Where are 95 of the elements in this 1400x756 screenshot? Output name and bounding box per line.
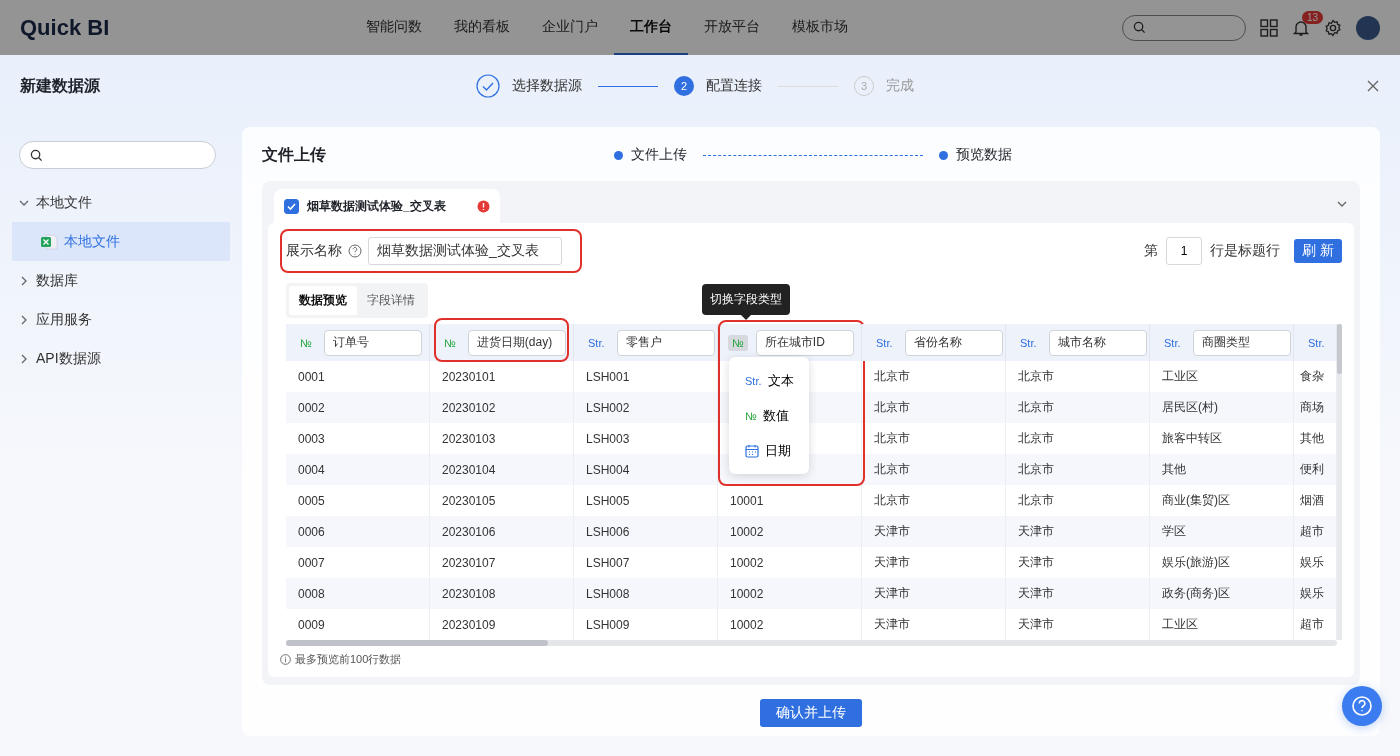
name-input[interactable]: 烟草数据测试体验_交叉表 [368, 237, 562, 265]
column-name-input[interactable]: 所在城市ID [755, 329, 854, 356]
settings-icon[interactable] [1324, 18, 1342, 37]
row-input[interactable]: 1 [1166, 237, 1203, 265]
tab[interactable]: 字段详情 [357, 286, 425, 315]
calendar-icon [745, 443, 759, 458]
menu-item[interactable]: № 数值 [729, 398, 809, 433]
table-cell: 超市 [1294, 516, 1337, 547]
step-dot [939, 150, 948, 160]
table-cell: LSH002 [574, 392, 718, 423]
column-name-input[interactable]: 城市名称 [1048, 329, 1147, 356]
field-label: 展示名称 [286, 242, 342, 260]
tooltip: 切换字段类型 [702, 284, 790, 315]
menu-item[interactable]: Str. 文本 [729, 363, 809, 398]
table-cell: 10002 [718, 578, 862, 609]
table-cell: 政务(商务)区 [1150, 578, 1294, 609]
search-icon [1133, 21, 1146, 34]
nav-tab[interactable]: 我的看板 [438, 0, 526, 55]
help-icon [348, 244, 362, 258]
table-cell: 商场 [1294, 392, 1337, 423]
notification-badge: 13 [1302, 10, 1324, 24]
step-label: 完成 [886, 77, 914, 95]
logo[interactable]: Quick BI [20, 14, 350, 41]
column-name-input[interactable]: 零售户 [616, 329, 715, 356]
tab[interactable]: 数据预览 [289, 286, 357, 315]
step-label: 选择数据源 [512, 77, 582, 95]
menu-item[interactable]: 日期 [729, 433, 809, 468]
confirm-upload-button[interactable]: 确认并上传 [760, 699, 862, 727]
search-field[interactable] [19, 141, 216, 169]
footnote: 最多预览前100行数据 [295, 652, 402, 667]
type-toggle[interactable]: Str. [584, 334, 609, 351]
step-label: 文件上传 [631, 146, 687, 164]
tree-item[interactable]: 本地文件 [12, 222, 230, 261]
tree-item[interactable]: 应用服务 [12, 300, 230, 339]
table-cell: 20230102 [430, 392, 574, 423]
nav-tab[interactable]: 企业门户 [526, 0, 614, 55]
table-cell: 北京市 [1006, 392, 1150, 423]
modal-title: 新建数据源 [20, 75, 101, 96]
column-name-input[interactable]: 订单号 [323, 329, 422, 356]
table-cell: 其他 [1150, 454, 1294, 485]
table-cell: 20230104 [430, 454, 574, 485]
table-cell: 10002 [718, 516, 862, 547]
table-cell: 0008 [286, 578, 430, 609]
alert-icon [477, 199, 490, 213]
tree-item[interactable]: API数据源 [12, 339, 230, 378]
table-cell: 0002 [286, 392, 430, 423]
step-label: 配置连接 [706, 77, 762, 95]
nav-tab[interactable]: 智能问数 [350, 0, 438, 55]
section-title: 文件上传 [262, 144, 327, 165]
nav-tab[interactable]: 模板市场 [776, 0, 864, 55]
table-cell: 便利 [1294, 454, 1337, 485]
type-toggle[interactable]: Str. [1160, 334, 1185, 351]
close-icon [1366, 79, 1380, 93]
table-cell: 天津市 [862, 578, 1006, 609]
step-label: 预览数据 [956, 146, 1012, 164]
tree-item[interactable]: 数据库 [12, 261, 230, 300]
refresh-button[interactable]: 刷 新 [1294, 239, 1342, 263]
table-cell: LSH006 [574, 516, 718, 547]
table-cell: 居民区(村) [1150, 392, 1294, 423]
table-cell: 20230106 [430, 516, 574, 547]
table-cell: 0004 [286, 454, 430, 485]
avatar[interactable] [1356, 15, 1380, 40]
step-dot [614, 150, 623, 160]
table-cell: 北京市 [862, 392, 1006, 423]
table-cell: 天津市 [862, 516, 1006, 547]
field-label: 行是标题行 [1210, 242, 1281, 260]
tree-item[interactable]: 本地文件 [12, 183, 230, 222]
grid-icon[interactable] [1260, 18, 1278, 37]
type-toggle[interactable]: Str. [1016, 334, 1041, 351]
table-cell: 天津市 [1006, 578, 1150, 609]
close-button[interactable] [1366, 79, 1380, 93]
file-name: 烟草数据测试体验_交叉表 [307, 197, 447, 215]
spreadsheet-icon [40, 233, 58, 250]
table-cell: LSH004 [574, 454, 718, 485]
nav-tab[interactable]: 开放平台 [688, 0, 776, 55]
column-name-input[interactable]: 省份名称 [904, 329, 1003, 356]
file-tab[interactable]: 烟草数据测试体验_交叉表 [274, 189, 500, 223]
help-icon [1351, 695, 1373, 717]
table-cell: 20230108 [430, 578, 574, 609]
table-cell: 学区 [1150, 516, 1294, 547]
table-cell: 娱乐 [1294, 578, 1337, 609]
type-toggle[interactable]: Str. [872, 334, 897, 351]
table-cell: 0006 [286, 516, 430, 547]
table-cell: 天津市 [1006, 516, 1150, 547]
tooltip-pointer-icon [741, 315, 751, 320]
info-icon [280, 654, 291, 665]
step-number: 2 [674, 76, 694, 96]
column-name-input[interactable]: 进货日期(day) [467, 329, 566, 356]
column-name-input[interactable]: 商圈类型 [1192, 329, 1291, 356]
table-cell: 北京市 [1006, 454, 1150, 485]
field-label: 第 [1144, 242, 1159, 260]
table-cell: LSH008 [574, 578, 718, 609]
table-cell: 北京市 [862, 454, 1006, 485]
checkbox[interactable] [284, 198, 299, 214]
search-icon [30, 148, 43, 162]
